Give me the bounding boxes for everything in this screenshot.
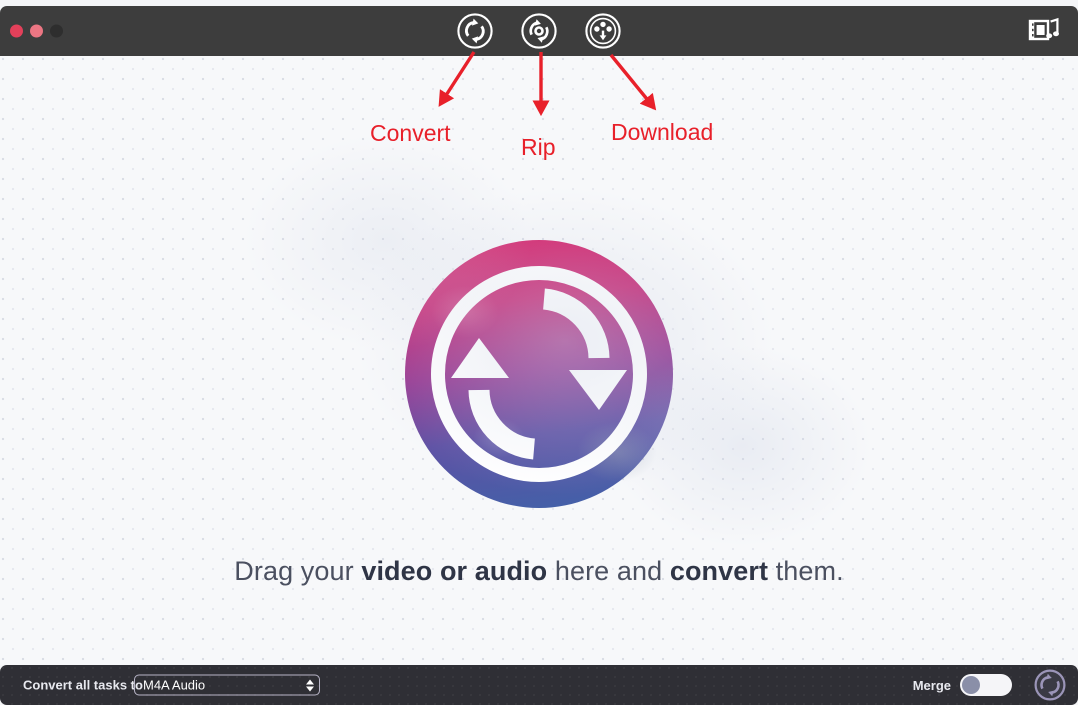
start-convert-button[interactable] bbox=[1033, 668, 1067, 702]
output-format-value: M4A Audio bbox=[143, 677, 206, 693]
merge-toggle-knob bbox=[962, 676, 980, 694]
bottom-toolbar: Convert all tasks to M4A Audio Merge bbox=[0, 665, 1078, 705]
output-format-select[interactable]: M4A Audio bbox=[134, 674, 320, 696]
rip-icon bbox=[521, 13, 557, 49]
convert-logo-icon bbox=[405, 240, 673, 508]
download-icon bbox=[585, 13, 621, 49]
chevron-up-icon bbox=[306, 679, 314, 684]
media-library-button[interactable] bbox=[1024, 13, 1064, 49]
tagline-part-1: Drag your bbox=[234, 556, 362, 586]
rip-mode-button[interactable] bbox=[518, 10, 560, 52]
minimize-window-button[interactable] bbox=[30, 24, 43, 38]
convert-mode-button[interactable] bbox=[454, 10, 496, 52]
tagline-part-3: them. bbox=[768, 556, 844, 586]
zoom-window-button[interactable] bbox=[50, 24, 63, 38]
output-format-stepper-icon[interactable] bbox=[301, 676, 319, 695]
close-window-button[interactable] bbox=[10, 24, 23, 38]
download-mode-button[interactable] bbox=[582, 10, 624, 52]
merge-control: Merge bbox=[913, 674, 1012, 696]
tagline-bold-2: convert bbox=[669, 556, 769, 586]
drop-area-tagline: Drag your video or audio here and conver… bbox=[0, 556, 1078, 587]
convert-run-icon bbox=[1034, 669, 1066, 701]
chevron-down-icon bbox=[306, 686, 314, 691]
tagline-part-2: here and bbox=[547, 556, 670, 586]
drop-area[interactable]: Drag your video or audio here and conver… bbox=[0, 56, 1078, 665]
convert-icon bbox=[457, 13, 493, 49]
traffic-lights bbox=[10, 24, 63, 38]
application-window: Drag your video or audio here and conver… bbox=[0, 0, 1078, 705]
merge-toggle-switch[interactable] bbox=[960, 674, 1012, 696]
tagline-bold-1: video or audio bbox=[361, 556, 548, 586]
convert-logo bbox=[403, 238, 675, 510]
convert-all-tasks-label: Convert all tasks to bbox=[23, 677, 143, 693]
title-bar bbox=[0, 6, 1078, 56]
toolbar-mode-buttons bbox=[454, 10, 624, 52]
media-library-icon bbox=[1028, 17, 1059, 41]
merge-label: Merge bbox=[912, 677, 951, 693]
